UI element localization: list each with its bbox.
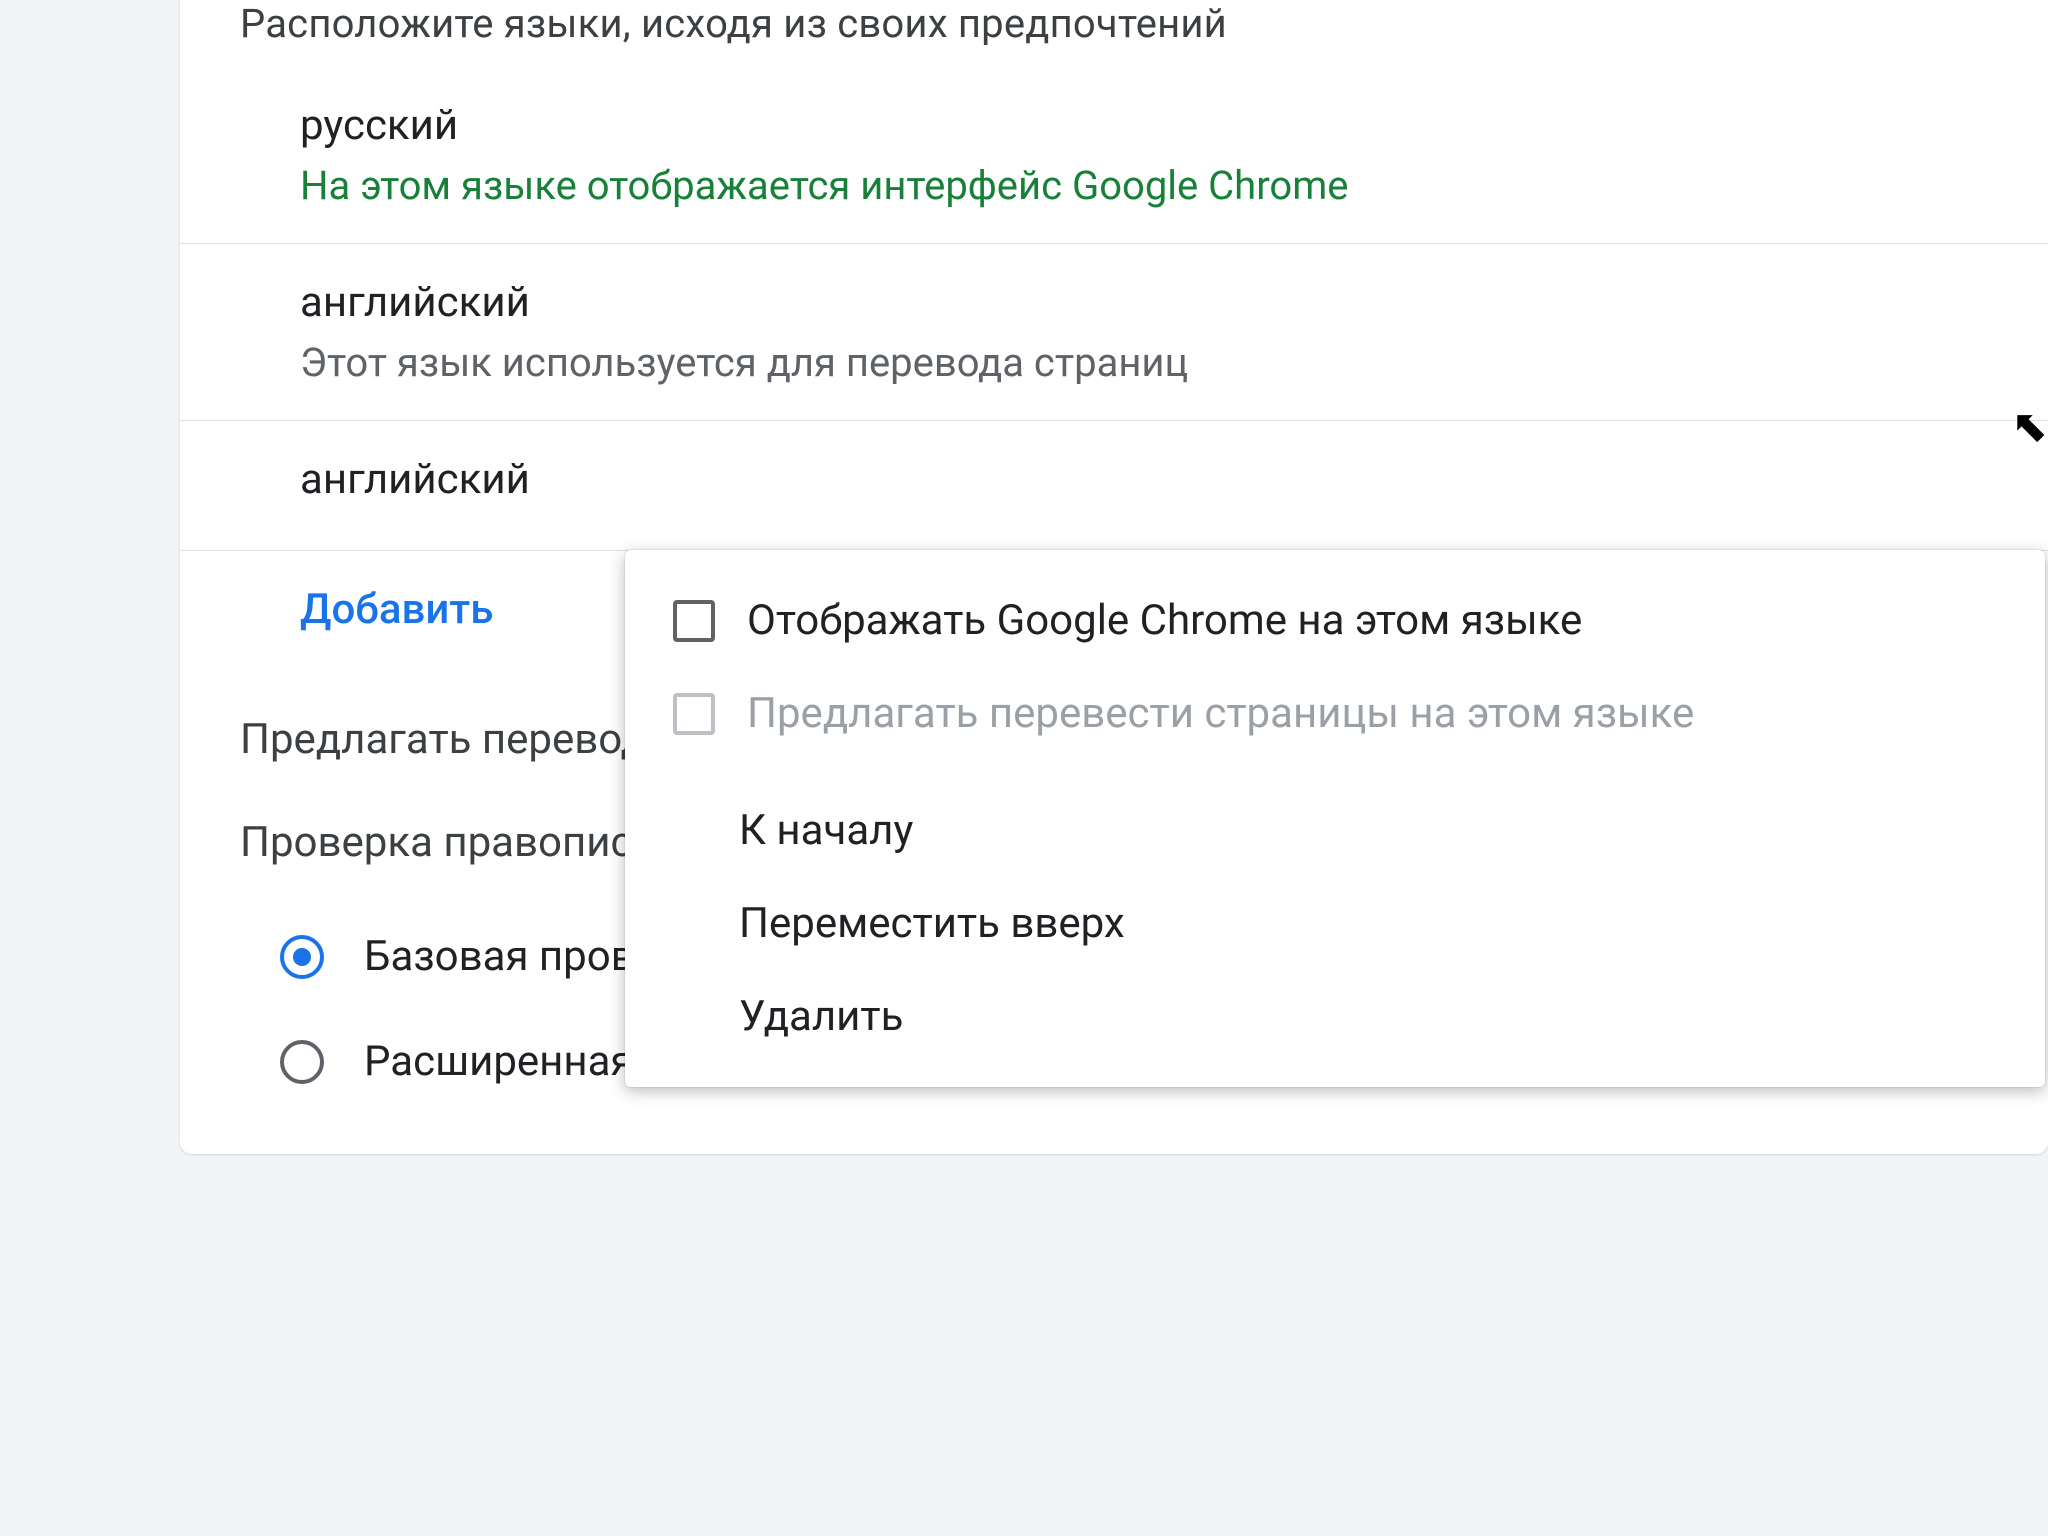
menu-item-label: Отображать Google Chrome на этом языке [747, 596, 1582, 645]
menu-separator [625, 760, 2045, 784]
language-row[interactable]: английский [180, 420, 2048, 550]
radio-icon[interactable] [280, 935, 324, 979]
checkbox-icon[interactable] [673, 600, 715, 642]
language-subtext: Этот язык используется для перевода стра… [300, 339, 2048, 386]
language-row[interactable]: английский Этот язык используется для пе… [180, 243, 2048, 420]
card-header: Расположите языки, исходя из своих предп… [180, 0, 2048, 67]
menu-move-to-top[interactable]: К началу [625, 784, 2045, 877]
language-subtext: На этом языке отображается интерфейс Goo… [300, 162, 2048, 209]
language-name: русский [300, 101, 2048, 150]
menu-offer-translate: Предлагать перевести страницы на этом яз… [625, 667, 2045, 760]
add-language-link[interactable]: Добавить [300, 585, 493, 634]
cursor-icon: ⬉ [2011, 400, 2048, 452]
language-name: английский [300, 278, 2048, 327]
checkbox-icon [673, 693, 715, 735]
menu-remove[interactable]: Удалить [625, 970, 2045, 1063]
menu-item-label: Предлагать перевести страницы на этом яз… [747, 689, 1694, 738]
language-row[interactable]: русский На этом языке отображается интер… [180, 67, 2048, 243]
menu-move-up[interactable]: Переместить вверх [625, 877, 2045, 970]
language-name: английский [300, 455, 2048, 504]
radio-icon[interactable] [280, 1040, 324, 1084]
menu-display-chrome[interactable]: Отображать Google Chrome на этом языке [625, 574, 2045, 667]
language-context-menu: Отображать Google Chrome на этом языке П… [625, 550, 2045, 1087]
